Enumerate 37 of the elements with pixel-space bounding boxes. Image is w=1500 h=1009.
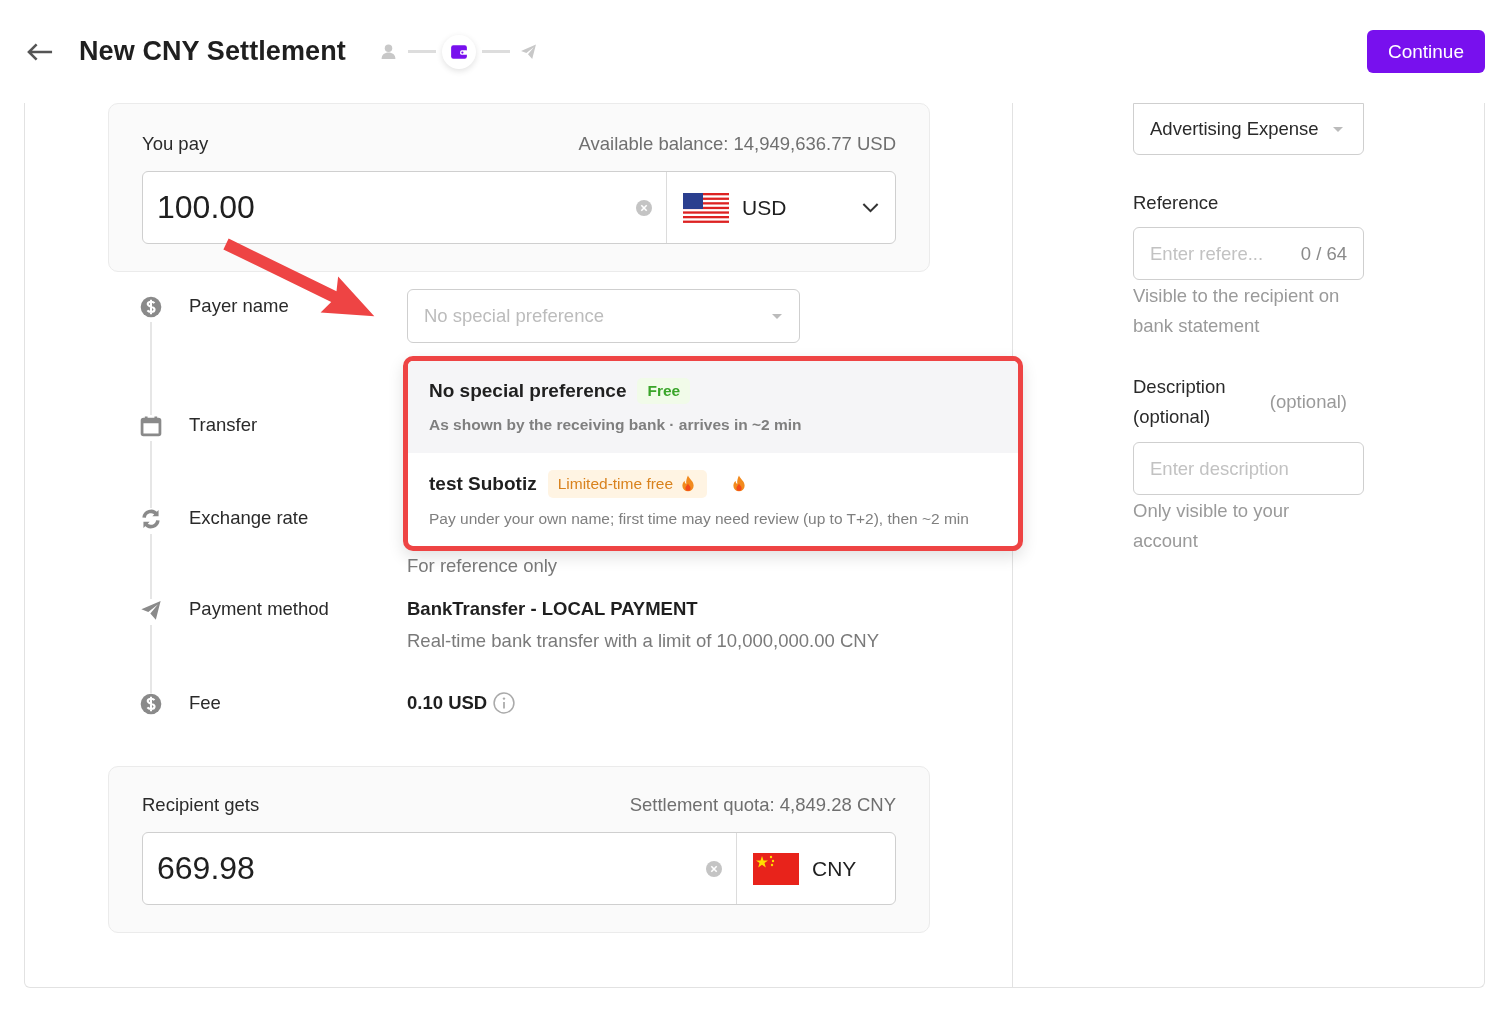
back-arrow-icon[interactable]	[26, 41, 54, 62]
caret-icon	[1333, 126, 1343, 132]
reference-label: Reference	[1133, 191, 1220, 215]
continue-button[interactable]: Continue	[1366, 30, 1485, 73]
available-balance: Available balance: 14,949,636.77 USD	[578, 133, 896, 155]
exchange-icon	[140, 508, 162, 530]
description-field[interactable]: Enter description	[1133, 442, 1364, 495]
description-input[interactable]: Enter description	[1150, 457, 1340, 480]
dollar-icon	[140, 693, 162, 715]
dropdown-option[interactable]: test Subotiz Limited-time free Pay under your own name; first time may need review (up to T+2), then ~2 min	[408, 453, 1018, 546]
help-text: Only visible to your account	[1133, 499, 1291, 553]
dollar-icon	[140, 296, 162, 318]
reference-field[interactable]: Enter refere... 0 / 64	[1133, 227, 1364, 280]
help-text: Visible to the recipient on bank statement	[1133, 284, 1341, 338]
field-label: Exchange rate	[189, 506, 310, 530]
field-note: For reference only	[407, 554, 558, 578]
field-label: Payment method	[189, 597, 330, 621]
category-select[interactable]: Advertising Expense	[1133, 103, 1364, 155]
caret-icon	[772, 313, 782, 319]
field-note: Real-time bank transfer with a limit of 10,000,000.00 CNY	[407, 629, 879, 653]
description-label: Description (optional)	[1133, 375, 1227, 429]
optional-hint: (optional)	[1269, 391, 1347, 413]
calendar-icon	[140, 415, 162, 437]
field-value: 0.10 USD	[407, 691, 488, 715]
settlement-quota: Settlement quota: 4,849.28 CNY	[629, 794, 896, 816]
field-label: Fee	[189, 691, 222, 715]
paper-plane-icon	[140, 599, 162, 621]
amount-label: You pay	[142, 133, 209, 155]
amount-label: Recipient gets	[142, 794, 260, 816]
field-label: Payer name	[189, 294, 290, 318]
option-tag: Limited-time free	[547, 470, 708, 498]
field-label: Transfer	[189, 413, 259, 437]
page-title: New CNY Settlement	[79, 36, 346, 67]
dropdown-option[interactable]: No special preference Free As shown by the receiving bank · arrives in ~2 min	[408, 361, 1018, 453]
reference-input[interactable]: Enter refere...	[1150, 242, 1275, 265]
field-value: BankTransfer - LOCAL PAYMENT	[407, 597, 698, 621]
option-tag: Free	[637, 378, 691, 404]
